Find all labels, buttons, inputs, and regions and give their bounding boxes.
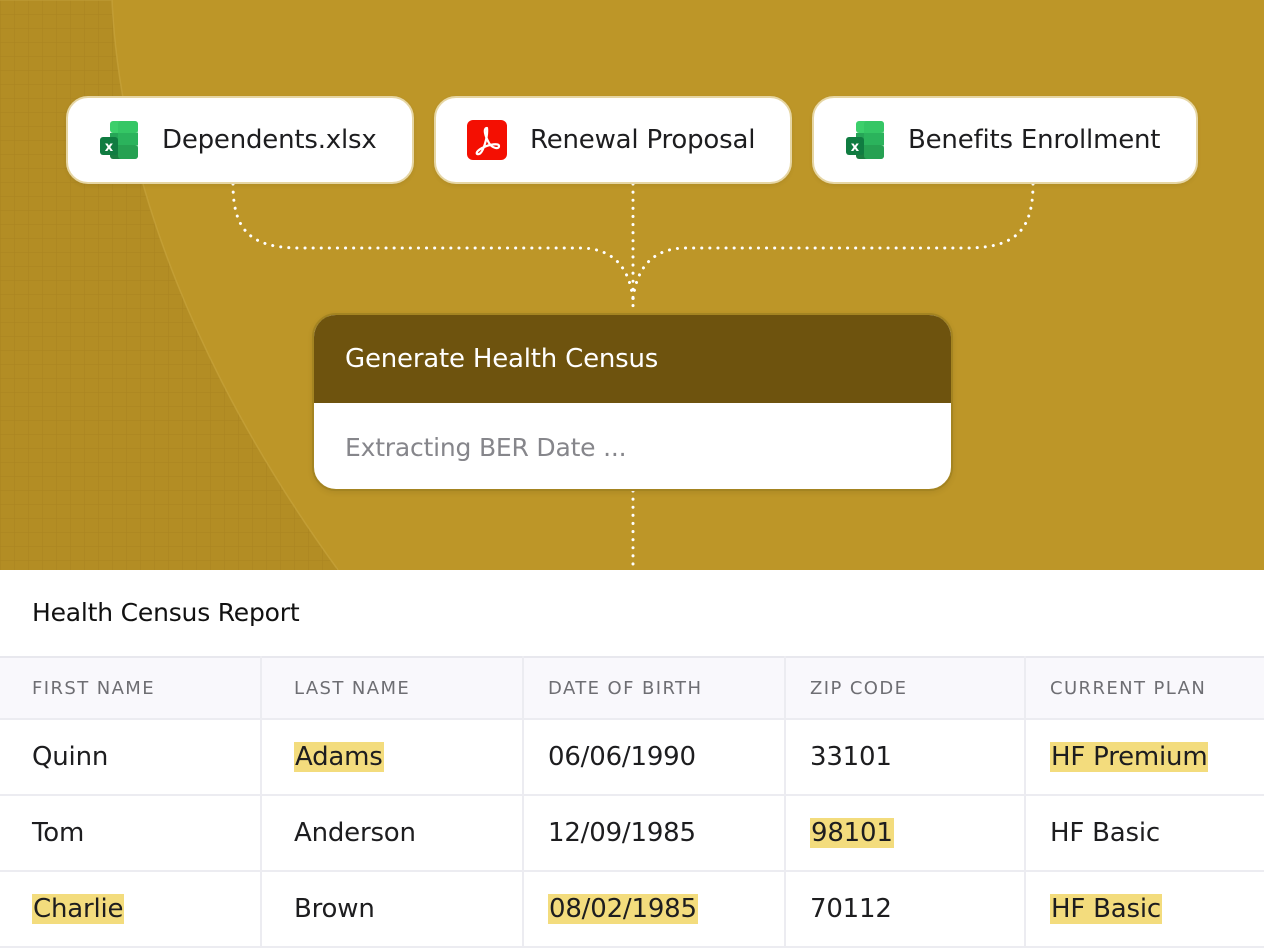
cell-value: 06/06/1990 bbox=[548, 742, 696, 772]
source-file-renewal-proposal[interactable]: Renewal Proposal bbox=[434, 96, 792, 184]
census-table: FIRST NAME LAST NAME DATE OF BIRTH ZIP C… bbox=[0, 656, 1264, 948]
source-file-benefits-enrollment[interactable]: x Benefits Enrollment bbox=[812, 96, 1198, 184]
table-row[interactable]: Quinn Adams 06/06/1990 33101 HF Premium bbox=[0, 719, 1264, 796]
cell-last-name: Adams bbox=[261, 719, 524, 796]
table-row[interactable]: Tom Anderson 12/09/1985 98101 HF Basic bbox=[0, 795, 1264, 872]
report-title: Health Census Report bbox=[32, 598, 300, 627]
table-header-row: FIRST NAME LAST NAME DATE OF BIRTH ZIP C… bbox=[0, 656, 1264, 720]
process-card: Generate Health Census Extracting BER Da… bbox=[312, 313, 953, 491]
health-census-report: Health Census Report FIRST NAME LAST NAM… bbox=[0, 570, 1264, 948]
pdf-icon bbox=[467, 120, 507, 160]
cell-first-name: Charlie bbox=[0, 871, 262, 948]
cell-first-name: Quinn bbox=[0, 719, 262, 796]
cell-value-highlighted: 98101 bbox=[810, 818, 894, 848]
table-row[interactable]: Charlie Brown 08/02/1985 70112 HF Basic bbox=[0, 871, 1264, 948]
cell-current-plan: HF Basic bbox=[1025, 871, 1264, 948]
source-file-dependents[interactable]: x Dependents.xlsx bbox=[66, 96, 414, 184]
cell-zip-code: 98101 bbox=[785, 795, 1026, 872]
cell-first-name: Tom bbox=[0, 795, 262, 872]
excel-icon: x bbox=[846, 121, 884, 159]
cell-last-name: Brown bbox=[261, 871, 524, 948]
cell-value: Quinn bbox=[32, 742, 109, 772]
process-status: Extracting BER Date ... bbox=[345, 432, 627, 462]
column-header-date-of-birth[interactable]: DATE OF BIRTH bbox=[523, 656, 786, 720]
cell-value: Anderson bbox=[294, 818, 416, 848]
source-file-label: Dependents.xlsx bbox=[162, 125, 377, 155]
cell-value-highlighted: Charlie bbox=[32, 894, 125, 924]
cell-zip-code: 33101 bbox=[785, 719, 1026, 796]
cell-value: 70112 bbox=[810, 894, 892, 924]
excel-icon: x bbox=[100, 121, 138, 159]
cell-value-highlighted: HF Premium bbox=[1050, 742, 1209, 772]
cell-value: HF Basic bbox=[1050, 818, 1161, 848]
source-file-label: Benefits Enrollment bbox=[908, 125, 1161, 155]
cell-value-highlighted: Adams bbox=[294, 742, 384, 772]
column-header-current-plan[interactable]: CURRENT PLAN bbox=[1025, 656, 1264, 720]
cell-date-of-birth: 08/02/1985 bbox=[523, 871, 786, 948]
cell-date-of-birth: 12/09/1985 bbox=[523, 795, 786, 872]
cell-value: 33101 bbox=[810, 742, 892, 772]
cell-value-highlighted: HF Basic bbox=[1050, 894, 1163, 924]
column-header-zip-code[interactable]: ZIP CODE bbox=[785, 656, 1026, 720]
cell-date-of-birth: 06/06/1990 bbox=[523, 719, 786, 796]
svg-text:x: x bbox=[851, 140, 860, 155]
cell-current-plan: HF Premium bbox=[1025, 719, 1264, 796]
cell-value: 12/09/1985 bbox=[548, 818, 696, 848]
column-header-last-name[interactable]: LAST NAME bbox=[261, 656, 524, 720]
source-file-label: Renewal Proposal bbox=[530, 125, 756, 155]
cell-value-highlighted: 08/02/1985 bbox=[548, 894, 698, 924]
cell-current-plan: HF Basic bbox=[1025, 795, 1264, 872]
cell-last-name: Anderson bbox=[261, 795, 524, 872]
workflow-canvas: x Dependents.xlsx Renewal Proposal x Ben… bbox=[0, 0, 1264, 570]
process-title: Generate Health Census bbox=[314, 315, 951, 403]
svg-text:x: x bbox=[105, 140, 114, 155]
cell-value: Brown bbox=[294, 894, 375, 924]
cell-value: Tom bbox=[32, 818, 85, 848]
cell-zip-code: 70112 bbox=[785, 871, 1026, 948]
column-header-first-name[interactable]: FIRST NAME bbox=[0, 656, 262, 720]
